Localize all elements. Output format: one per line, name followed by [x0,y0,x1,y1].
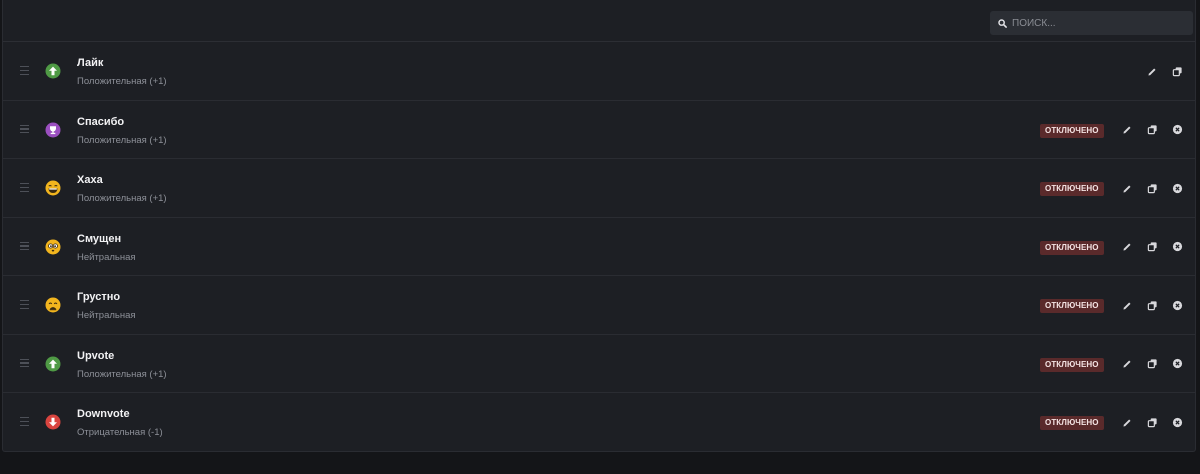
reaction-score: Положительная (+1) [77,193,167,204]
laughing-face-icon [45,180,61,196]
toolbar [3,0,1195,42]
reaction-title: Смущен [77,232,122,245]
status-badge: ОТКЛЮЧЕНО [1040,416,1104,430]
drag-handle-icon[interactable] [20,300,29,309]
status-badge: ОТКЛЮЧЕНО [1040,357,1104,372]
delete-icon[interactable] [1170,181,1184,195]
delete-icon[interactable] [1170,357,1184,371]
reaction-title: Спасибо [77,115,125,128]
reaction-list: Лайк Положительная (+1) Спасибо Положите… [3,42,1195,452]
reaction-score: Нейтральная [77,310,136,321]
edit-icon[interactable] [1120,181,1134,195]
drag-handle-icon[interactable] [20,241,29,251]
drag-handle-icon[interactable] [20,124,29,134]
reaction-score: Положительная (+1) [77,368,167,380]
drag-handle-icon[interactable] [20,417,29,426]
copy-icon[interactable] [1145,240,1159,254]
arrow-up-green-icon [45,63,61,79]
reaction-score: Нейтральная [77,251,136,263]
edit-icon[interactable] [1120,123,1134,137]
list-item[interactable]: Смущен Нейтральная ОТКЛЮЧЕНО [3,218,1195,276]
reaction-score: Отрицательная (-1) [77,427,163,438]
reaction-title: Хаха [77,174,103,186]
status-badge: ОТКЛЮЧЕНО [1040,123,1104,138]
drag-handle-icon[interactable] [20,358,29,368]
copy-icon[interactable] [1145,415,1159,429]
edit-icon[interactable] [1120,240,1134,254]
copy-icon[interactable] [1145,298,1159,312]
copy-icon[interactable] [1145,123,1159,137]
copy-icon[interactable] [1145,357,1159,371]
delete-icon[interactable] [1170,240,1184,254]
drag-handle-icon[interactable] [20,66,29,75]
reactions-panel: Лайк Положительная (+1) Спасибо Положите… [2,0,1196,452]
reaction-title: Грустно [77,291,121,303]
list-item[interactable]: Хаха Положительная (+1) ОТКЛЮЧЕНО [3,159,1195,218]
list-item[interactable]: Upvote Положительная (+1) ОТКЛЮЧЕНО [3,335,1195,393]
status-badge: ОТКЛЮЧЕНО [1040,182,1104,196]
edit-icon[interactable] [1120,415,1134,429]
search-input[interactable] [1012,17,1182,29]
edit-icon[interactable] [1120,298,1134,312]
delete-icon[interactable] [1170,123,1184,137]
reaction-title: Upvote [77,349,115,362]
list-item[interactable]: Грустно Нейтральная ОТКЛЮЧЕНО [3,276,1195,335]
edit-icon[interactable] [1120,357,1134,371]
reaction-score: Положительная (+1) [77,134,167,146]
status-badge: ОТКЛЮЧЕНО [1040,299,1104,313]
sad-face-icon [45,297,61,313]
reaction-score: Положительная (+1) [77,76,167,87]
list-item[interactable]: Спасибо Положительная (+1) ОТКЛЮЧЕНО [3,101,1195,159]
reaction-title: Лайк [77,57,104,69]
delete-icon[interactable] [1170,415,1184,429]
edit-icon[interactable] [1145,64,1159,78]
arrow-down-red-icon [45,414,61,430]
search-box[interactable] [990,11,1193,35]
delete-icon[interactable] [1170,298,1184,312]
confused-face-icon [45,239,61,254]
copy-icon[interactable] [1170,64,1184,78]
copy-icon[interactable] [1145,181,1159,195]
list-item[interactable]: Лайк Положительная (+1) [3,42,1195,101]
status-badge: ОТКЛЮЧЕНО [1040,240,1104,255]
list-item[interactable]: Downvote Отрицательная (-1) ОТКЛЮЧЕНО [3,393,1195,452]
reaction-title: Downvote [77,408,130,420]
arrow-up-green-icon [45,356,61,371]
search-icon [998,18,1007,28]
drag-handle-icon[interactable] [20,183,29,192]
trophy-purple-icon [45,122,61,137]
